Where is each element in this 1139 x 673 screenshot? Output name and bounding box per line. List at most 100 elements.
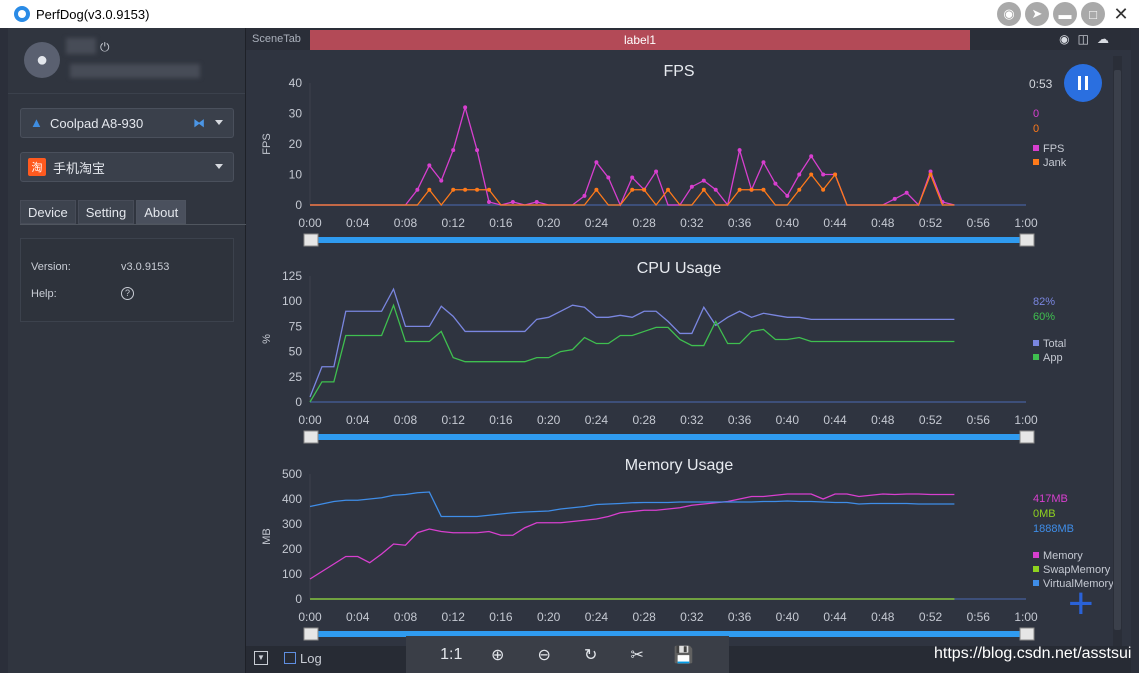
x-tick-label: 0:44 [823, 413, 847, 427]
x-tick-label: 0:40 [776, 413, 800, 427]
android-icon: ▲ [30, 115, 43, 130]
device-select[interactable]: ▲ Coolpad A8-930 ⧓ [20, 108, 234, 138]
link-icon[interactable]: ⧓ [193, 116, 205, 130]
x-tick-label: 0:36 [728, 216, 752, 230]
chart-title: Memory Usage [625, 457, 734, 474]
x-tick-label: 0:32 [680, 413, 704, 427]
data-point [427, 187, 432, 192]
reset-icon[interactable]: ↻ [577, 645, 605, 665]
chart-title: CPU Usage [637, 260, 722, 277]
power-icon[interactable]: ⏻ [100, 40, 110, 55]
cut-icon[interactable]: ✂ [623, 645, 651, 665]
x-tick-label: 0:04 [346, 610, 370, 624]
actual-size-icon[interactable]: 1:1 [437, 646, 465, 664]
chart-2: Memory Usage MB 0 100 200 300 400 500 0:00 0:04 0:… [261, 457, 1114, 641]
cloud-icon[interactable]: ☁ [1097, 32, 1109, 46]
x-tick-label: 0:08 [394, 216, 418, 230]
minimize-icon[interactable]: ▬ [1053, 2, 1077, 26]
legend-swatch [1033, 566, 1039, 572]
data-point [451, 148, 456, 153]
blurred-account [70, 64, 200, 78]
x-tick-label: 1:00 [1014, 610, 1038, 624]
legend-label: App [1043, 352, 1063, 364]
tab-device[interactable]: Device [20, 200, 76, 224]
shirt-icon[interactable]: ◉ [997, 2, 1021, 26]
scene-tab[interactable]: SceneTab [252, 33, 301, 45]
data-point [928, 172, 933, 177]
x-tick-label: 0:20 [537, 216, 561, 230]
version-value: v3.0.9153 [121, 261, 170, 273]
x-tick-label: 0:20 [537, 610, 561, 624]
add-chart-button[interactable]: + [1068, 582, 1094, 626]
log-checkbox[interactable] [284, 652, 296, 664]
data-point [737, 148, 742, 153]
log-label: Log [300, 651, 322, 666]
location-icon[interactable]: ◉ [1059, 32, 1069, 46]
y-axis-label: FPS [261, 133, 273, 154]
legend-current-value: 0 [1033, 108, 1039, 120]
data-point [487, 199, 491, 204]
close-icon[interactable]: ✕ [1109, 2, 1133, 26]
x-tick-label: 0:56 [967, 413, 991, 427]
data-point [666, 187, 670, 192]
y-tick-label: 125 [282, 269, 302, 283]
scene-label[interactable]: label1 [310, 30, 970, 50]
data-point [809, 154, 814, 159]
data-point [487, 187, 491, 192]
x-tick-label: 1:00 [1014, 216, 1038, 230]
save-icon[interactable]: 💾 [670, 645, 698, 665]
app-select[interactable]: 淘 手机淘宝 [20, 152, 234, 182]
y-tick-label: 75 [289, 319, 303, 333]
y-tick-label: 300 [282, 517, 302, 531]
data-point [630, 175, 635, 180]
zoom-out-icon[interactable]: ⊖ [530, 645, 558, 665]
vertical-scrollbar[interactable] [1113, 56, 1122, 646]
chart-1: CPU Usage% 0 25 50 75 100 125 0:00 0:04 0:08 0:12 0… [261, 260, 1066, 444]
legend-label: Total [1043, 338, 1066, 350]
data-point [701, 187, 706, 192]
data-point [737, 187, 742, 192]
x-tick-label: 0:28 [632, 610, 656, 624]
x-tick-label: 0:40 [776, 610, 800, 624]
app-name: 手机淘宝 [53, 160, 106, 176]
data-point [439, 178, 444, 183]
data-point [427, 163, 432, 168]
collapse-icon[interactable]: ▼ [254, 651, 268, 665]
y-tick-label: 40 [289, 76, 303, 90]
legend-current-value: 60% [1033, 311, 1055, 323]
maximize-icon[interactable]: □ [1081, 2, 1105, 26]
x-tick-label: 0:36 [728, 610, 752, 624]
data-point [451, 187, 456, 192]
scene-bar: SceneTab label1 ◉ ◫ ☁ [246, 28, 1131, 50]
x-tick-label: 0:56 [967, 216, 991, 230]
range-slider-left-handle [303, 233, 319, 247]
y-tick-label: 25 [289, 370, 303, 384]
data-point [713, 187, 718, 192]
data-point [642, 187, 647, 192]
sidebar-tabs: Device Setting About [20, 200, 187, 224]
tab-divider [20, 224, 246, 225]
series-line-total [309, 287, 955, 398]
chart-title: FPS [663, 63, 694, 80]
data-point [630, 187, 635, 192]
pause-button[interactable] [1064, 64, 1102, 102]
zoom-in-icon[interactable]: ⊕ [484, 645, 512, 665]
x-tick-label: 0:24 [585, 610, 609, 624]
x-tick-label: 0:36 [728, 413, 752, 427]
perfdog-logo-icon [14, 6, 30, 22]
x-tick-label: 0:32 [680, 216, 704, 230]
tab-about[interactable]: About [136, 200, 187, 224]
pin-icon[interactable]: ➤ [1025, 2, 1049, 26]
scrollbar-thumb[interactable] [1114, 70, 1121, 630]
legend-current-value: 417MB [1033, 493, 1068, 505]
help-icon[interactable]: ? [121, 287, 134, 300]
data-point [821, 187, 826, 192]
y-tick-label: 400 [282, 492, 302, 506]
folder-icon[interactable]: ◫ [1078, 32, 1089, 46]
avatar[interactable]: ● [24, 42, 60, 78]
tab-setting[interactable]: Setting [77, 200, 135, 224]
data-point [463, 187, 468, 192]
data-point [475, 148, 480, 153]
data-point [701, 178, 706, 183]
range-slider-right-handle [1019, 233, 1035, 247]
